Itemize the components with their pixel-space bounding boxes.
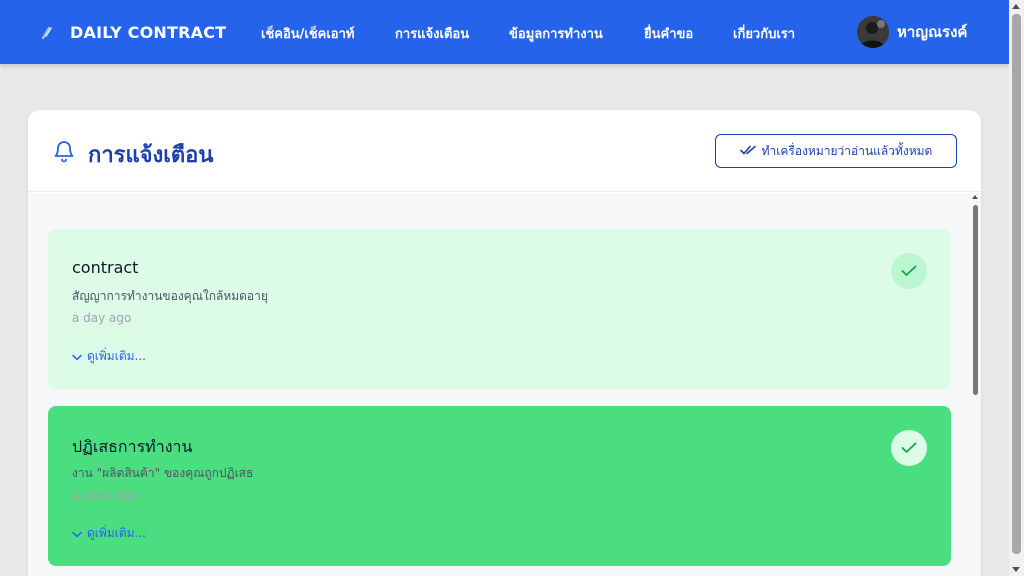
scroll-up-arrow-icon[interactable] — [972, 195, 978, 199]
mark-read-button[interactable] — [891, 253, 927, 289]
nav-requests[interactable]: ยื่นคำขอ — [644, 23, 693, 44]
list-scrollbar[interactable] — [971, 193, 981, 576]
brand[interactable]: DAILY CONTRACT — [38, 21, 226, 43]
see-more-link[interactable]: ดูเพิ่มเติม... — [72, 524, 146, 543]
card-header: การแจ้งเตือน ทำเครื่องหมายว่าอ่านแล้วทั้… — [28, 110, 981, 192]
notification-list: contract สัญญาการทำงานของคุณใกล้หมดอายุ … — [28, 193, 981, 576]
scroll-up-arrow-icon[interactable] — [1012, 4, 1020, 9]
notifications-card: การแจ้งเตือน ทำเครื่องหมายว่าอ่านแล้วทั้… — [28, 110, 981, 576]
mark-all-read-button[interactable]: ทำเครื่องหมายว่าอ่านแล้วทั้งหมด — [715, 134, 957, 168]
double-check-icon — [739, 144, 756, 159]
brand-name: DAILY CONTRACT — [70, 22, 227, 42]
notification-item[interactable]: ปฏิเสธการทำงาน งาน "ผลิตสินค้า" ของคุณถู… — [48, 406, 951, 566]
notification-time: a day ago — [72, 311, 132, 325]
see-more-link[interactable]: ดูเพิ่มเติม... — [72, 347, 146, 366]
see-more-label: ดูเพิ่มเติม... — [87, 349, 146, 363]
see-more-label: ดูเพิ่มเติม... — [87, 526, 146, 540]
notification-item[interactable]: contract สัญญาการทำงานของคุณใกล้หมดอายุ … — [48, 229, 951, 389]
notification-title: contract — [72, 258, 139, 277]
top-navbar: DAILY CONTRACT เช็คอิน/เช็คเอาท์ การแจ้ง… — [0, 0, 1009, 64]
notification-title: ปฏิเสธการทำงาน — [72, 437, 193, 456]
check-icon — [901, 439, 917, 458]
chevron-down-icon — [72, 350, 82, 364]
nav-work-info[interactable]: ข้อมูลการทำงาน — [509, 23, 603, 44]
check-icon — [901, 262, 917, 281]
user-name: หาญณรงค์ — [897, 23, 968, 41]
logo-icon — [38, 21, 56, 43]
mark-all-read-label: ทำเครื่องหมายว่าอ่านแล้วทั้งหมด — [761, 143, 933, 158]
nav-notifications[interactable]: การแจ้งเตือน — [395, 23, 469, 44]
page-scrollbar[interactable] — [1009, 0, 1024, 576]
bell-icon — [52, 139, 76, 163]
notification-message: งาน "ผลิตสินค้า" ของคุณถูกปฏิเสธ — [72, 466, 254, 480]
notification-time: 2 days ago — [72, 488, 138, 502]
chevron-down-icon — [72, 527, 82, 541]
user-menu[interactable]: หาญณรงค์ — [857, 16, 967, 48]
page-title: การแจ้งเตือน — [88, 143, 214, 168]
nav-checkin[interactable]: เช็คอิน/เช็คเอาท์ — [261, 23, 355, 44]
scrollbar-thumb[interactable] — [1012, 14, 1021, 554]
avatar — [857, 16, 889, 48]
scroll-down-arrow-icon[interactable] — [1012, 567, 1020, 572]
notification-message: สัญญาการทำงานของคุณใกล้หมดอายุ — [72, 289, 268, 303]
nav-about[interactable]: เกี่ยวกับเรา — [733, 23, 795, 44]
mark-read-button[interactable] — [891, 430, 927, 466]
list-scrollbar-thumb[interactable] — [973, 205, 978, 395]
